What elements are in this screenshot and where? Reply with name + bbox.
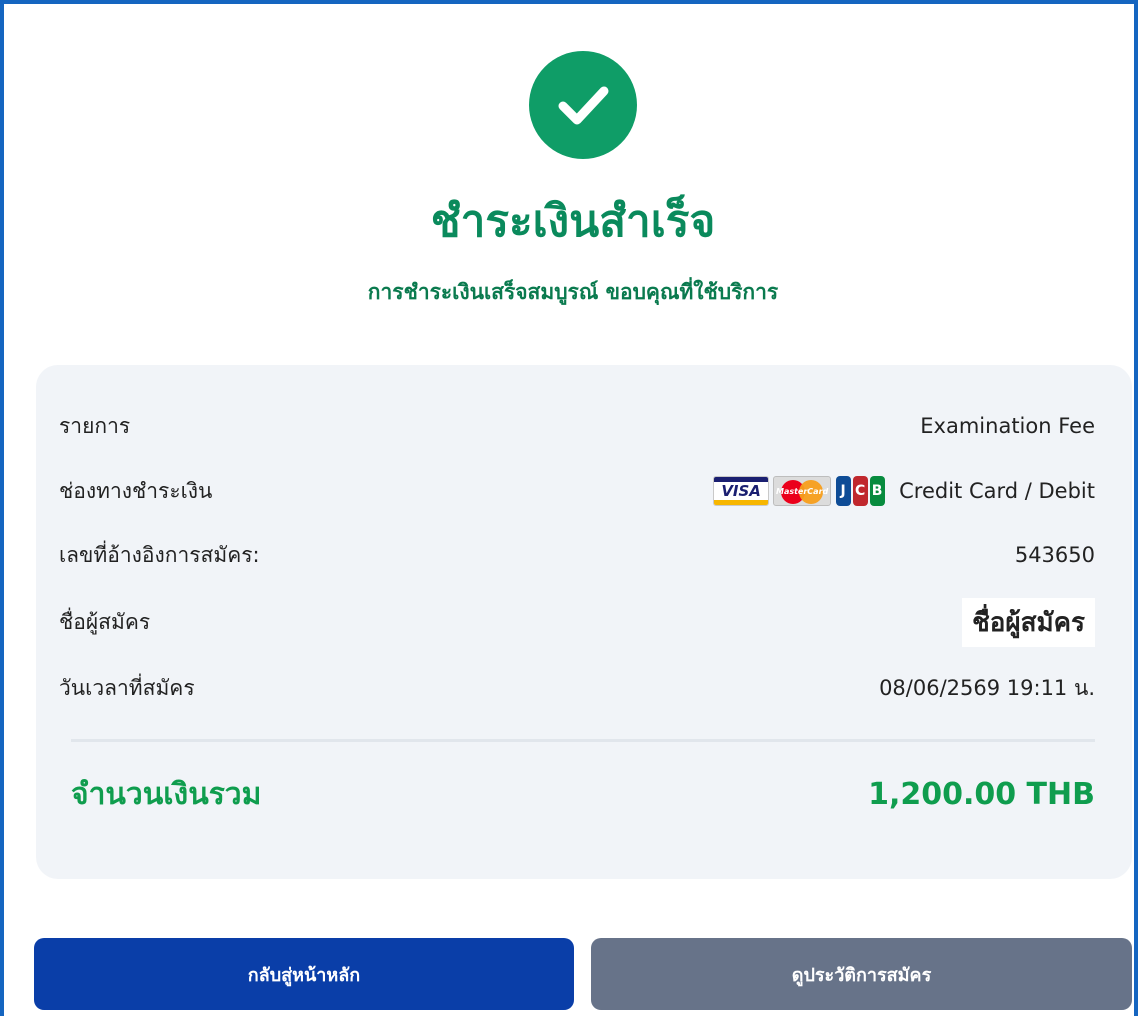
reference-label: เลขที่อ้างอิงการสมัคร: — [59, 542, 260, 567]
total-row: จำนวนเงินรวม 1,200.00 THB — [71, 772, 1095, 816]
visa-logo: VISA — [713, 476, 770, 506]
check-circle-icon — [529, 51, 637, 159]
datetime-label: วันเวลาที่สมัคร — [59, 675, 195, 700]
detail-row-reference: เลขที่อ้างอิงการสมัคร: 543650 — [59, 535, 1095, 575]
payment-method-value-group: VISA MasterCard J C B Credit Card / Debi… — [713, 476, 1095, 506]
payment-method-label: ช่องทางชำระเงิน — [59, 478, 213, 503]
applicant-name-label: ชื่อผู้สมัคร — [59, 609, 151, 634]
detail-row-payment-method: ช่องทางชำระเงิน VISA MasterCard J C B Cr… — [59, 471, 1095, 511]
payment-method-value: Credit Card / Debit — [899, 479, 1095, 503]
datetime-value: 08/06/2569 19:11 น. — [879, 675, 1095, 700]
item-label: รายการ — [59, 413, 131, 438]
total-label: จำนวนเงินรวม — [71, 776, 262, 812]
summary-divider — [71, 739, 1095, 742]
applicant-name-value: ชื่อผู้สมัคร — [962, 597, 1095, 647]
page-title: ชำระเงินสำเร็จ — [430, 196, 716, 247]
mastercard-logo: MasterCard — [773, 476, 832, 506]
jcb-logo: J C B — [835, 476, 885, 506]
total-amount: 1,200.00 THB — [868, 776, 1095, 812]
page-frame: ชำระเงินสำเร็จ การชำระเงินเสร็จสมบูรณ์ ข… — [0, 0, 1138, 1016]
reference-value: 543650 — [1014, 543, 1095, 567]
card-logos: VISA MasterCard J C B — [713, 476, 885, 506]
item-value: Examination Fee — [920, 414, 1095, 438]
detail-row-datetime: วันเวลาที่สมัคร 08/06/2569 19:11 น. — [59, 668, 1095, 708]
back-to-home-button[interactable]: กลับสู่หน้าหลัก — [34, 938, 574, 1010]
page-subtitle: การชำระเงินเสร็จสมบูรณ์ ขอบคุณที่ใช้บริก… — [367, 280, 779, 304]
detail-row-item: รายการ Examination Fee — [59, 406, 1095, 446]
view-history-button[interactable]: ดูประวัติการสมัคร — [591, 938, 1132, 1010]
detail-row-applicant-name: ชื่อผู้สมัคร ชื่อผู้สมัคร — [59, 597, 1095, 647]
